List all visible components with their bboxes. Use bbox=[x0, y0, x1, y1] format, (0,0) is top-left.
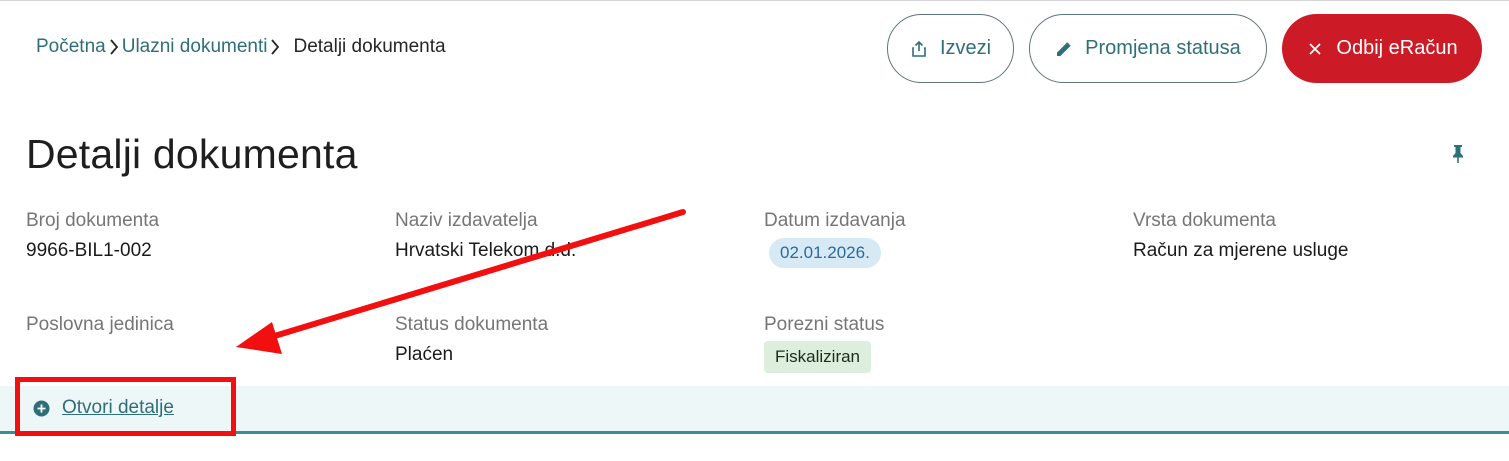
pencil-icon bbox=[1055, 40, 1073, 58]
field-document-status: Status dokumenta Plaćen bbox=[395, 314, 548, 366]
field-value: Plaćen bbox=[395, 344, 454, 365]
reject-einvoice-label: Odbij eRačun bbox=[1336, 37, 1458, 59]
field-label: Datum izdavanja bbox=[764, 210, 906, 231]
field-value: Račun za mjerene usluge bbox=[1133, 240, 1349, 261]
reject-einvoice-button[interactable]: Odbij eRačun bbox=[1282, 14, 1482, 83]
field-label: Vrsta dokumenta bbox=[1133, 210, 1276, 231]
field-label: Poslovna jedinica bbox=[26, 314, 174, 335]
field-issuer-name: Naziv izdavatelja Hrvatski Telekom d.d. bbox=[395, 210, 576, 262]
field-tax-status: Porezni status Fiskaliziran bbox=[764, 314, 884, 373]
tax-status-badge: Fiskaliziran bbox=[764, 341, 872, 373]
breadcrumb-home-link[interactable]: Početna bbox=[36, 36, 106, 58]
issue-date-badge: 02.01.2026. bbox=[769, 238, 881, 268]
export-button[interactable]: Izvezi bbox=[887, 14, 1014, 83]
field-value: 9966-BIL1-002 bbox=[26, 240, 152, 261]
field-label: Status dokumenta bbox=[395, 314, 549, 335]
field-business-unit: Poslovna jedinica bbox=[26, 314, 174, 344]
share-icon bbox=[910, 40, 928, 58]
breadcrumb: Početna Ulazni dokumenti Detalji dokumen… bbox=[36, 36, 446, 58]
change-status-label: Promjena statusa bbox=[1085, 37, 1241, 59]
change-status-button[interactable]: Promjena statusa bbox=[1029, 14, 1267, 83]
field-document-type: Vrsta dokumenta Račun za mjerene usluge bbox=[1133, 210, 1348, 262]
field-label: Naziv izdavatelja bbox=[395, 210, 538, 231]
page-title: Detalji dokumenta bbox=[26, 131, 358, 177]
field-document-number: Broj dokumenta 9966-BIL1-002 bbox=[26, 210, 159, 262]
field-label: Broj dokumenta bbox=[26, 210, 160, 231]
export-label: Izvezi bbox=[939, 37, 992, 59]
breadcrumb-inbox-link[interactable]: Ulazni dokumenti bbox=[122, 36, 268, 58]
field-issue-date: Datum izdavanja 02.01.2026. bbox=[764, 210, 906, 268]
field-value: Hrvatski Telekom d.d. bbox=[395, 240, 577, 261]
top-divider bbox=[0, 0, 1509, 1]
annotation-highlight-box bbox=[15, 377, 236, 436]
chevron-right-icon bbox=[106, 37, 122, 57]
chevron-right-icon bbox=[267, 37, 283, 57]
field-label: Porezni status bbox=[764, 314, 885, 335]
breadcrumb-current: Detalji dokumenta bbox=[293, 36, 446, 57]
pin-icon[interactable] bbox=[1449, 144, 1467, 164]
close-icon bbox=[1306, 40, 1324, 58]
